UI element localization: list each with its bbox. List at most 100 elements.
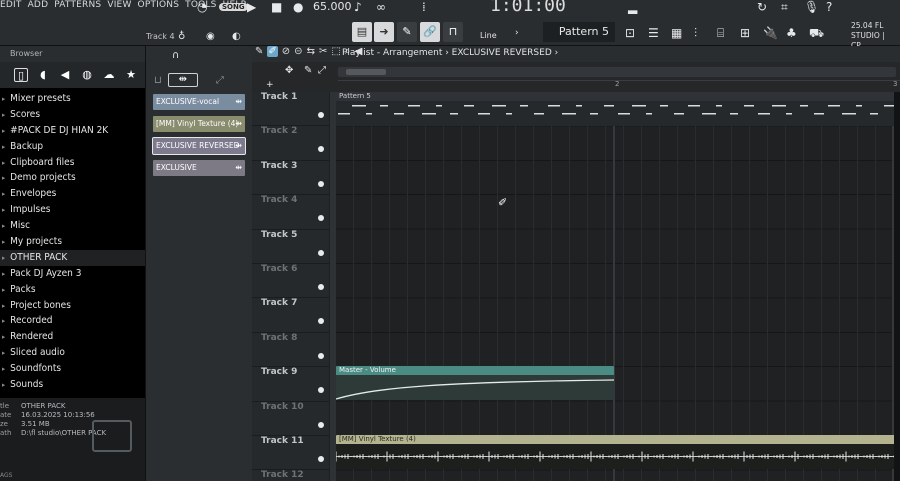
clip-grip-icon[interactable]: ⇹ [235, 94, 242, 110]
browser-folder-item[interactable]: Sounds [0, 377, 145, 393]
track-mute-led[interactable] [318, 456, 324, 462]
scrollbar-thumb[interactable] [346, 69, 386, 75]
track-header[interactable]: Track 10 [252, 402, 329, 436]
resize-icon[interactable]: ⤢ [318, 64, 326, 78]
track-mute-led[interactable] [318, 284, 324, 290]
draw-tool-icon[interactable]: ✎ [255, 46, 263, 57]
browser-folder-item[interactable]: Scores [0, 107, 145, 123]
track-header[interactable]: Track 12 [252, 470, 329, 481]
countdown-icon[interactable]: ⁞ [422, 0, 426, 14]
track-header[interactable]: Track 9 [252, 367, 329, 402]
browser-folder-item[interactable]: OTHER PACK [0, 249, 145, 266]
track-mute-led[interactable] [318, 387, 324, 394]
browser-folder-item[interactable]: Project bones [0, 298, 145, 314]
loop-record-icon[interactable]: ∞ [376, 0, 386, 14]
menu-patterns[interactable]: PATTERNS [54, 0, 101, 10]
picker-mode-audio-icon[interactable]: ⇹ [167, 73, 198, 87]
tab-cloud-icon[interactable]: ☁ [102, 68, 116, 82]
move-icon[interactable]: ✥ [285, 64, 293, 78]
knob-icon[interactable]: ◉ [206, 30, 215, 44]
pattern-song-button[interactable]: ▤ [352, 22, 372, 42]
refresh-icon[interactable]: ↻ [757, 0, 767, 14]
browser-folder-item[interactable]: Pack DJ Ayzen 3 [0, 266, 145, 282]
browser-folder-item[interactable]: Demo projects [0, 170, 145, 186]
playlist-view-icon[interactable]: ⊡ [625, 26, 635, 40]
stop-icon[interactable]: ■ [271, 0, 282, 14]
browser-folder-item[interactable]: Sliced audio [0, 345, 145, 361]
song-mode-toggle[interactable]: SONG [219, 3, 248, 11]
record-icon[interactable]: ● [293, 0, 303, 14]
browser-folder-item[interactable]: My projects [0, 234, 145, 250]
magnet-icon[interactable]: ∩ [172, 49, 179, 63]
delete-tool-icon[interactable]: ⊘ [282, 46, 290, 57]
audio-clip[interactable]: [MM] Vinyl Texture (4) [336, 435, 900, 469]
snap-next-icon[interactable]: › [515, 26, 519, 40]
plugin-icon[interactable]: 🔌 [763, 26, 778, 40]
browser-folder-item[interactable]: Soundfonts [0, 361, 145, 377]
track-header[interactable]: Track 2 [252, 126, 329, 161]
tab-world-icon[interactable]: ◍ [80, 68, 94, 82]
step-seq-icon[interactable]: ⌸ [717, 26, 724, 40]
track-mute-led[interactable] [318, 146, 324, 153]
track-mute-led[interactable] [318, 180, 324, 187]
mic-icon[interactable]: 🎙 [804, 0, 819, 14]
pattern-selector[interactable]: Pattern 5 [543, 22, 615, 42]
tab-files-icon[interactable]: ▯ [14, 68, 28, 82]
tab-sound-icon[interactable]: ◀ [58, 68, 72, 82]
browser-folder-item[interactable]: Envelopes [0, 186, 145, 202]
playlist-grid[interactable]: Pattern 5 Master - Volume [MM] Vinyl Tex… [336, 92, 900, 481]
track-mute-led[interactable] [318, 112, 324, 118]
master-knob-icon[interactable]: ◔ [197, 0, 207, 14]
volume-knob-icon[interactable]: ◐ [232, 30, 241, 44]
horizontal-scrollbar[interactable] [338, 67, 896, 77]
track-mute-led[interactable] [318, 215, 324, 222]
browser-folder-item[interactable]: Misc [0, 218, 145, 234]
metronome-icon[interactable]: ♪ [354, 0, 362, 14]
picker-clip-item[interactable]: EXCLUSIVE REVERSED ⇹ [152, 137, 246, 155]
automation-clip[interactable]: Master - Volume [336, 366, 614, 400]
browser-folder-item[interactable]: Recorded [0, 313, 145, 329]
slice-tool-icon[interactable]: ✂ [319, 46, 327, 57]
menu-edit[interactable]: EDIT [0, 0, 22, 10]
track-header[interactable]: Track 5 [252, 230, 329, 264]
play-icon[interactable]: ▶ [247, 0, 256, 14]
tempo-display[interactable]: 65.000 [313, 0, 352, 13]
snap-select[interactable]: Line [480, 31, 497, 40]
paint-tool-icon[interactable]: ✐ [267, 46, 278, 57]
track-header[interactable]: Track 1 [252, 92, 329, 127]
browser-toggle-icon[interactable]: ⊞ [740, 26, 750, 40]
picker-clip-item[interactable]: [MM] Vinyl Texture (4) ⇹ [153, 116, 245, 132]
track-mute-led[interactable] [318, 352, 324, 359]
piano-roll-icon[interactable]: ▦ [671, 26, 682, 40]
tab-favorites-icon[interactable]: ★ [124, 68, 138, 82]
select-tool-icon[interactable]: ⬚ [331, 46, 340, 57]
channel-rack-icon[interactable]: ☰ [648, 26, 659, 40]
browser-folder-item[interactable]: Mixer presets [0, 91, 145, 107]
browser-folder-item[interactable]: Backup [0, 139, 145, 155]
mixer-icon[interactable]: ⌗ [781, 0, 788, 14]
slip-tool-icon[interactable]: ⇆ [307, 46, 315, 57]
browser-folder-item[interactable]: Rendered [0, 329, 145, 345]
link-tool-button[interactable]: 🔗 [420, 22, 440, 42]
track-header[interactable]: Track 11 [252, 436, 329, 471]
help-icon[interactable]: ? [826, 0, 832, 14]
browser-folder-item[interactable]: Packs [0, 282, 145, 298]
mixer-view-icon[interactable]: ⫶ [694, 26, 697, 40]
browser-folder-item[interactable]: Clipboard files [0, 155, 145, 171]
menu-view[interactable]: VIEW [107, 0, 131, 10]
pencil-tool-button[interactable]: ✎ [397, 22, 417, 42]
picker-mode-automation-icon[interactable]: ⤢ [216, 75, 224, 86]
track-mute-led[interactable] [318, 249, 324, 256]
plugin-picker-icon[interactable]: ♣ [786, 26, 797, 40]
snap-magnet-button[interactable]: ⊓ [443, 22, 463, 42]
track-header[interactable]: Track 7 [252, 298, 329, 333]
step-arrow-button[interactable]: ➜ [374, 22, 394, 42]
menu-options[interactable]: OPTIONS [138, 0, 180, 10]
browser-folder-item[interactable]: #PACK DE DJ HIAN 2K [0, 123, 145, 139]
menu-add[interactable]: ADD [28, 0, 49, 10]
track-header[interactable]: Track 6 [252, 264, 329, 299]
picker-clip-item[interactable]: EXCLUSIVE ⇹ [153, 160, 245, 176]
track-mute-led[interactable] [318, 318, 324, 325]
pattern-clip[interactable]: Pattern 5 [336, 92, 900, 126]
track-header[interactable]: Track 3 [252, 161, 329, 196]
